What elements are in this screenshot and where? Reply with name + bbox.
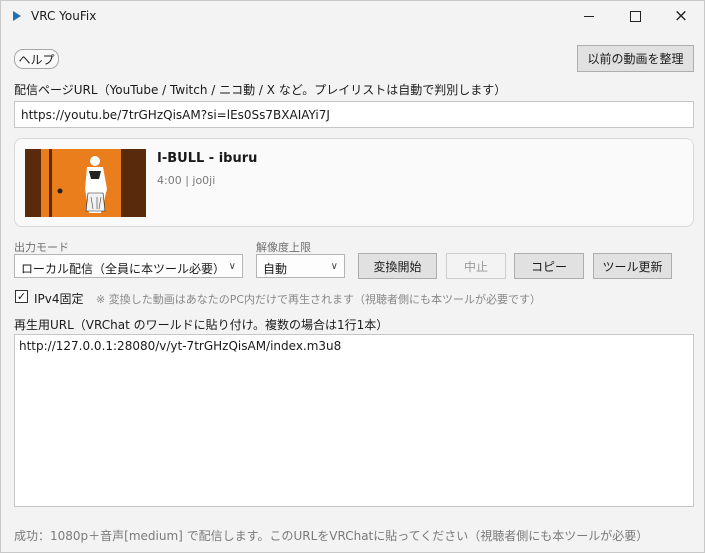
video-title: I-BULL - iburu — [157, 151, 258, 166]
title-bar: VRC YouFix × — [1, 1, 704, 32]
video-info-card: I-BULL - iburu 4:00 | jo0ji — [14, 138, 694, 227]
status-message: 成功：1080p＋音声[medium] で配信します。このURLをVRChatに… — [14, 529, 649, 543]
video-thumbnail — [25, 149, 146, 217]
window-title: VRC YouFix — [31, 9, 97, 23]
minimize-button[interactable] — [566, 1, 612, 32]
update-tool-button[interactable]: ツール更新 — [593, 253, 672, 279]
check-icon: ✓ — [16, 290, 27, 303]
stop-button[interactable]: 中止 — [446, 253, 506, 279]
playback-url-label: 再生用URL（VRChat のワールドに貼り付け。複数の場合は1行1本） — [14, 318, 389, 332]
ipv4-checkbox[interactable]: ✓ — [15, 290, 28, 303]
url-label: 配信ページURL（YouTube / Twitch / ニコ動 / X など。プ… — [14, 83, 507, 97]
organize-old-videos-button[interactable]: 以前の動画を整理 — [577, 45, 694, 72]
minimize-icon — [584, 16, 594, 17]
maximize-icon — [629, 11, 641, 22]
close-icon: × — [673, 6, 689, 26]
maximize-button[interactable] — [612, 1, 658, 32]
copy-button[interactable]: コピー — [514, 253, 584, 279]
chevron-down-icon: ∨ — [228, 261, 236, 272]
ipv4-label[interactable]: IPv4固定 — [34, 290, 84, 307]
output-mode-label: 出力モード — [14, 241, 69, 254]
play-icon — [13, 11, 21, 21]
stream-url-input[interactable]: https://youtu.be/7trGHzQisAM?si=lEs0Ss7B… — [14, 101, 694, 128]
ipv4-note: ※ 変換した動画はあなたのPC内だけで再生されます（視聴者側にも本ツールが必要で… — [96, 293, 542, 306]
video-meta: 4:00 | jo0ji — [157, 174, 216, 187]
help-button[interactable]: ヘルプ — [14, 49, 59, 69]
resolution-value: 自動 — [263, 262, 288, 276]
start-convert-button[interactable]: 変換開始 — [358, 253, 437, 279]
close-button[interactable]: × — [658, 1, 704, 32]
resolution-label: 解像度上限 — [256, 241, 311, 254]
output-mode-value: ローカル配信（全員に本ツール必要） — [21, 262, 226, 276]
output-mode-select[interactable]: ローカル配信（全員に本ツール必要） ∨ — [14, 254, 243, 278]
playback-url-textarea[interactable]: http://127.0.0.1:28080/v/yt-7trGHzQisAM/… — [14, 334, 694, 507]
resolution-select[interactable]: 自動 ∨ — [256, 254, 345, 278]
chevron-down-icon: ∨ — [330, 261, 338, 272]
app-window: VRC YouFix × ヘルプ 以前の動画を整理 配信ページURL（YouTu… — [0, 0, 705, 553]
